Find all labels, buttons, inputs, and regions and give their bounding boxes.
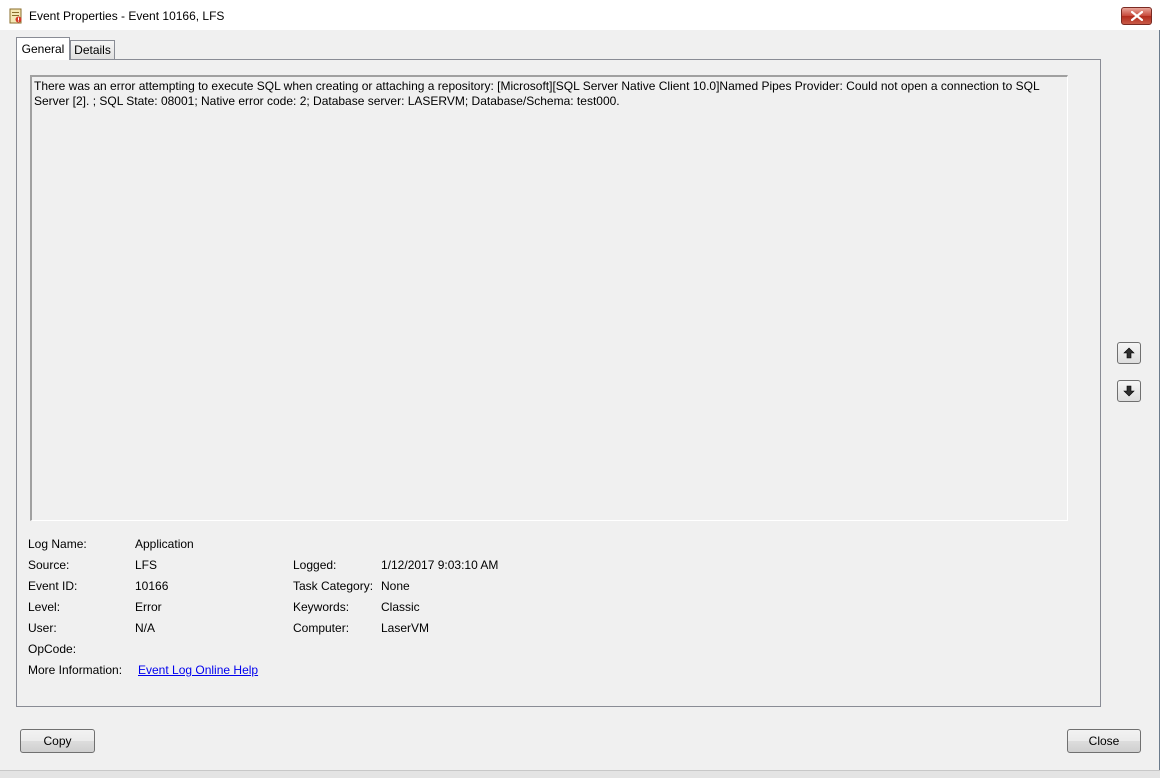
arrow-down-icon — [1123, 385, 1135, 397]
event-description-text[interactable]: There was an error attempting to execute… — [30, 75, 1068, 521]
window-close-button[interactable] — [1121, 7, 1152, 25]
computer-label: Computer: — [293, 621, 350, 635]
event-log-online-help-link[interactable]: Event Log Online Help — [138, 663, 258, 677]
source-value: LFS — [135, 558, 158, 572]
logged-value: 1/12/2017 9:03:10 AM — [381, 558, 499, 572]
arrow-up-icon — [1123, 347, 1135, 359]
opcode-label: OpCode: — [28, 642, 77, 656]
copy-button[interactable]: Copy — [20, 729, 95, 753]
keywords-label: Keywords: — [293, 600, 350, 614]
computer-value: LaserVM — [381, 621, 430, 635]
tab-details[interactable]: Details — [70, 40, 115, 59]
logged-label: Logged: — [293, 558, 337, 572]
event-id-value: 10166 — [135, 579, 169, 593]
close-icon — [1131, 11, 1143, 21]
task-category-value: None — [381, 579, 410, 593]
log-name-label: Log Name: — [28, 537, 87, 551]
next-event-button[interactable] — [1117, 380, 1141, 402]
log-name-value: Application — [135, 537, 194, 551]
task-category-label: Task Category: — [293, 579, 374, 593]
more-information-label: More Information: — [28, 663, 123, 677]
window-bottom-edge — [0, 770, 1160, 778]
tab-general[interactable]: General — [16, 37, 70, 60]
event-viewer-icon — [9, 8, 23, 24]
event-id-label: Event ID: — [28, 579, 78, 593]
keywords-value: Classic — [381, 600, 420, 614]
source-label: Source: — [28, 558, 70, 572]
user-label: User: — [28, 621, 57, 635]
close-button[interactable]: Close — [1067, 729, 1141, 753]
user-value: N/A — [135, 621, 156, 635]
level-label: Level: — [28, 600, 61, 614]
event-properties-window: Event Properties - Event 10166, LFS Gene… — [0, 0, 1160, 778]
title-bar[interactable]: Event Properties - Event 10166, LFS — [0, 0, 1160, 30]
previous-event-button[interactable] — [1117, 342, 1141, 364]
level-value: Error — [135, 600, 162, 614]
window-title: Event Properties - Event 10166, LFS — [29, 9, 225, 23]
